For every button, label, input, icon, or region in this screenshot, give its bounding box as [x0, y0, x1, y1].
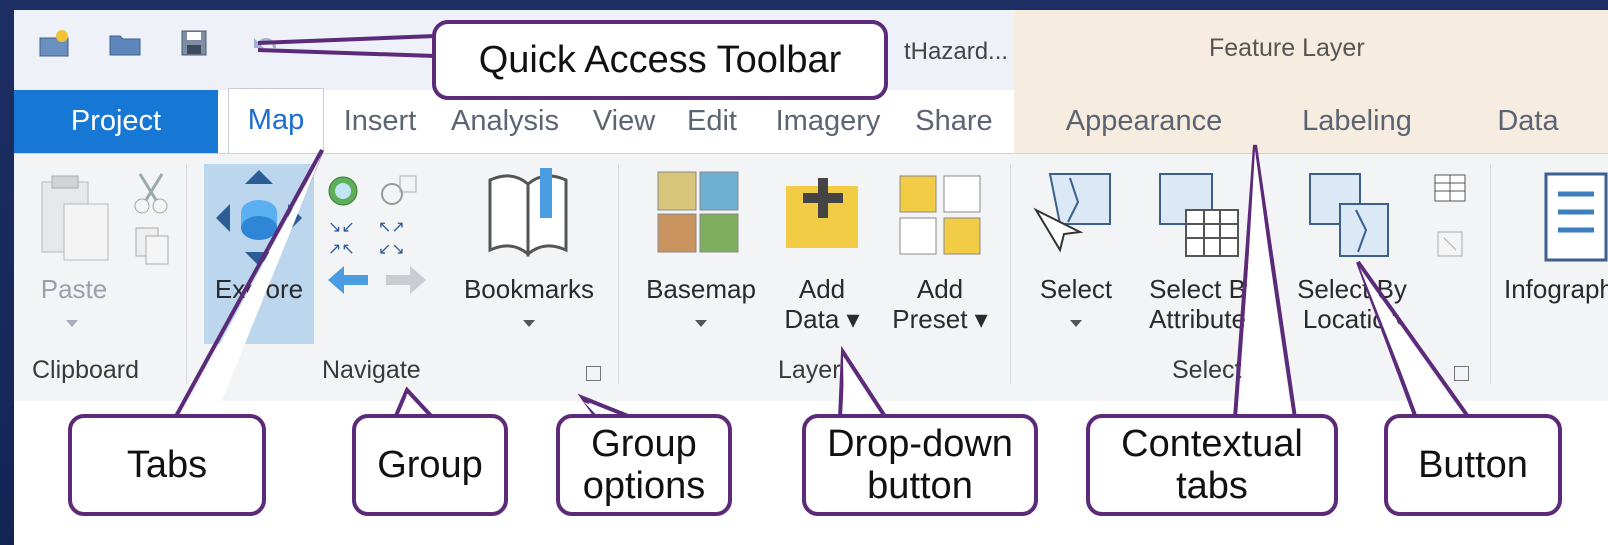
callout-group: Group: [352, 414, 508, 516]
callout-quick-access-toolbar: Quick Access Toolbar: [432, 20, 888, 100]
callout-tabs: Tabs: [68, 414, 266, 516]
callout-button: Button: [1384, 414, 1562, 516]
callout-drop-down-button: Drop-down button: [802, 414, 1038, 516]
callout-group-options: Group options: [556, 414, 732, 516]
callout-contextual-tabs: Contextual tabs: [1086, 414, 1338, 516]
